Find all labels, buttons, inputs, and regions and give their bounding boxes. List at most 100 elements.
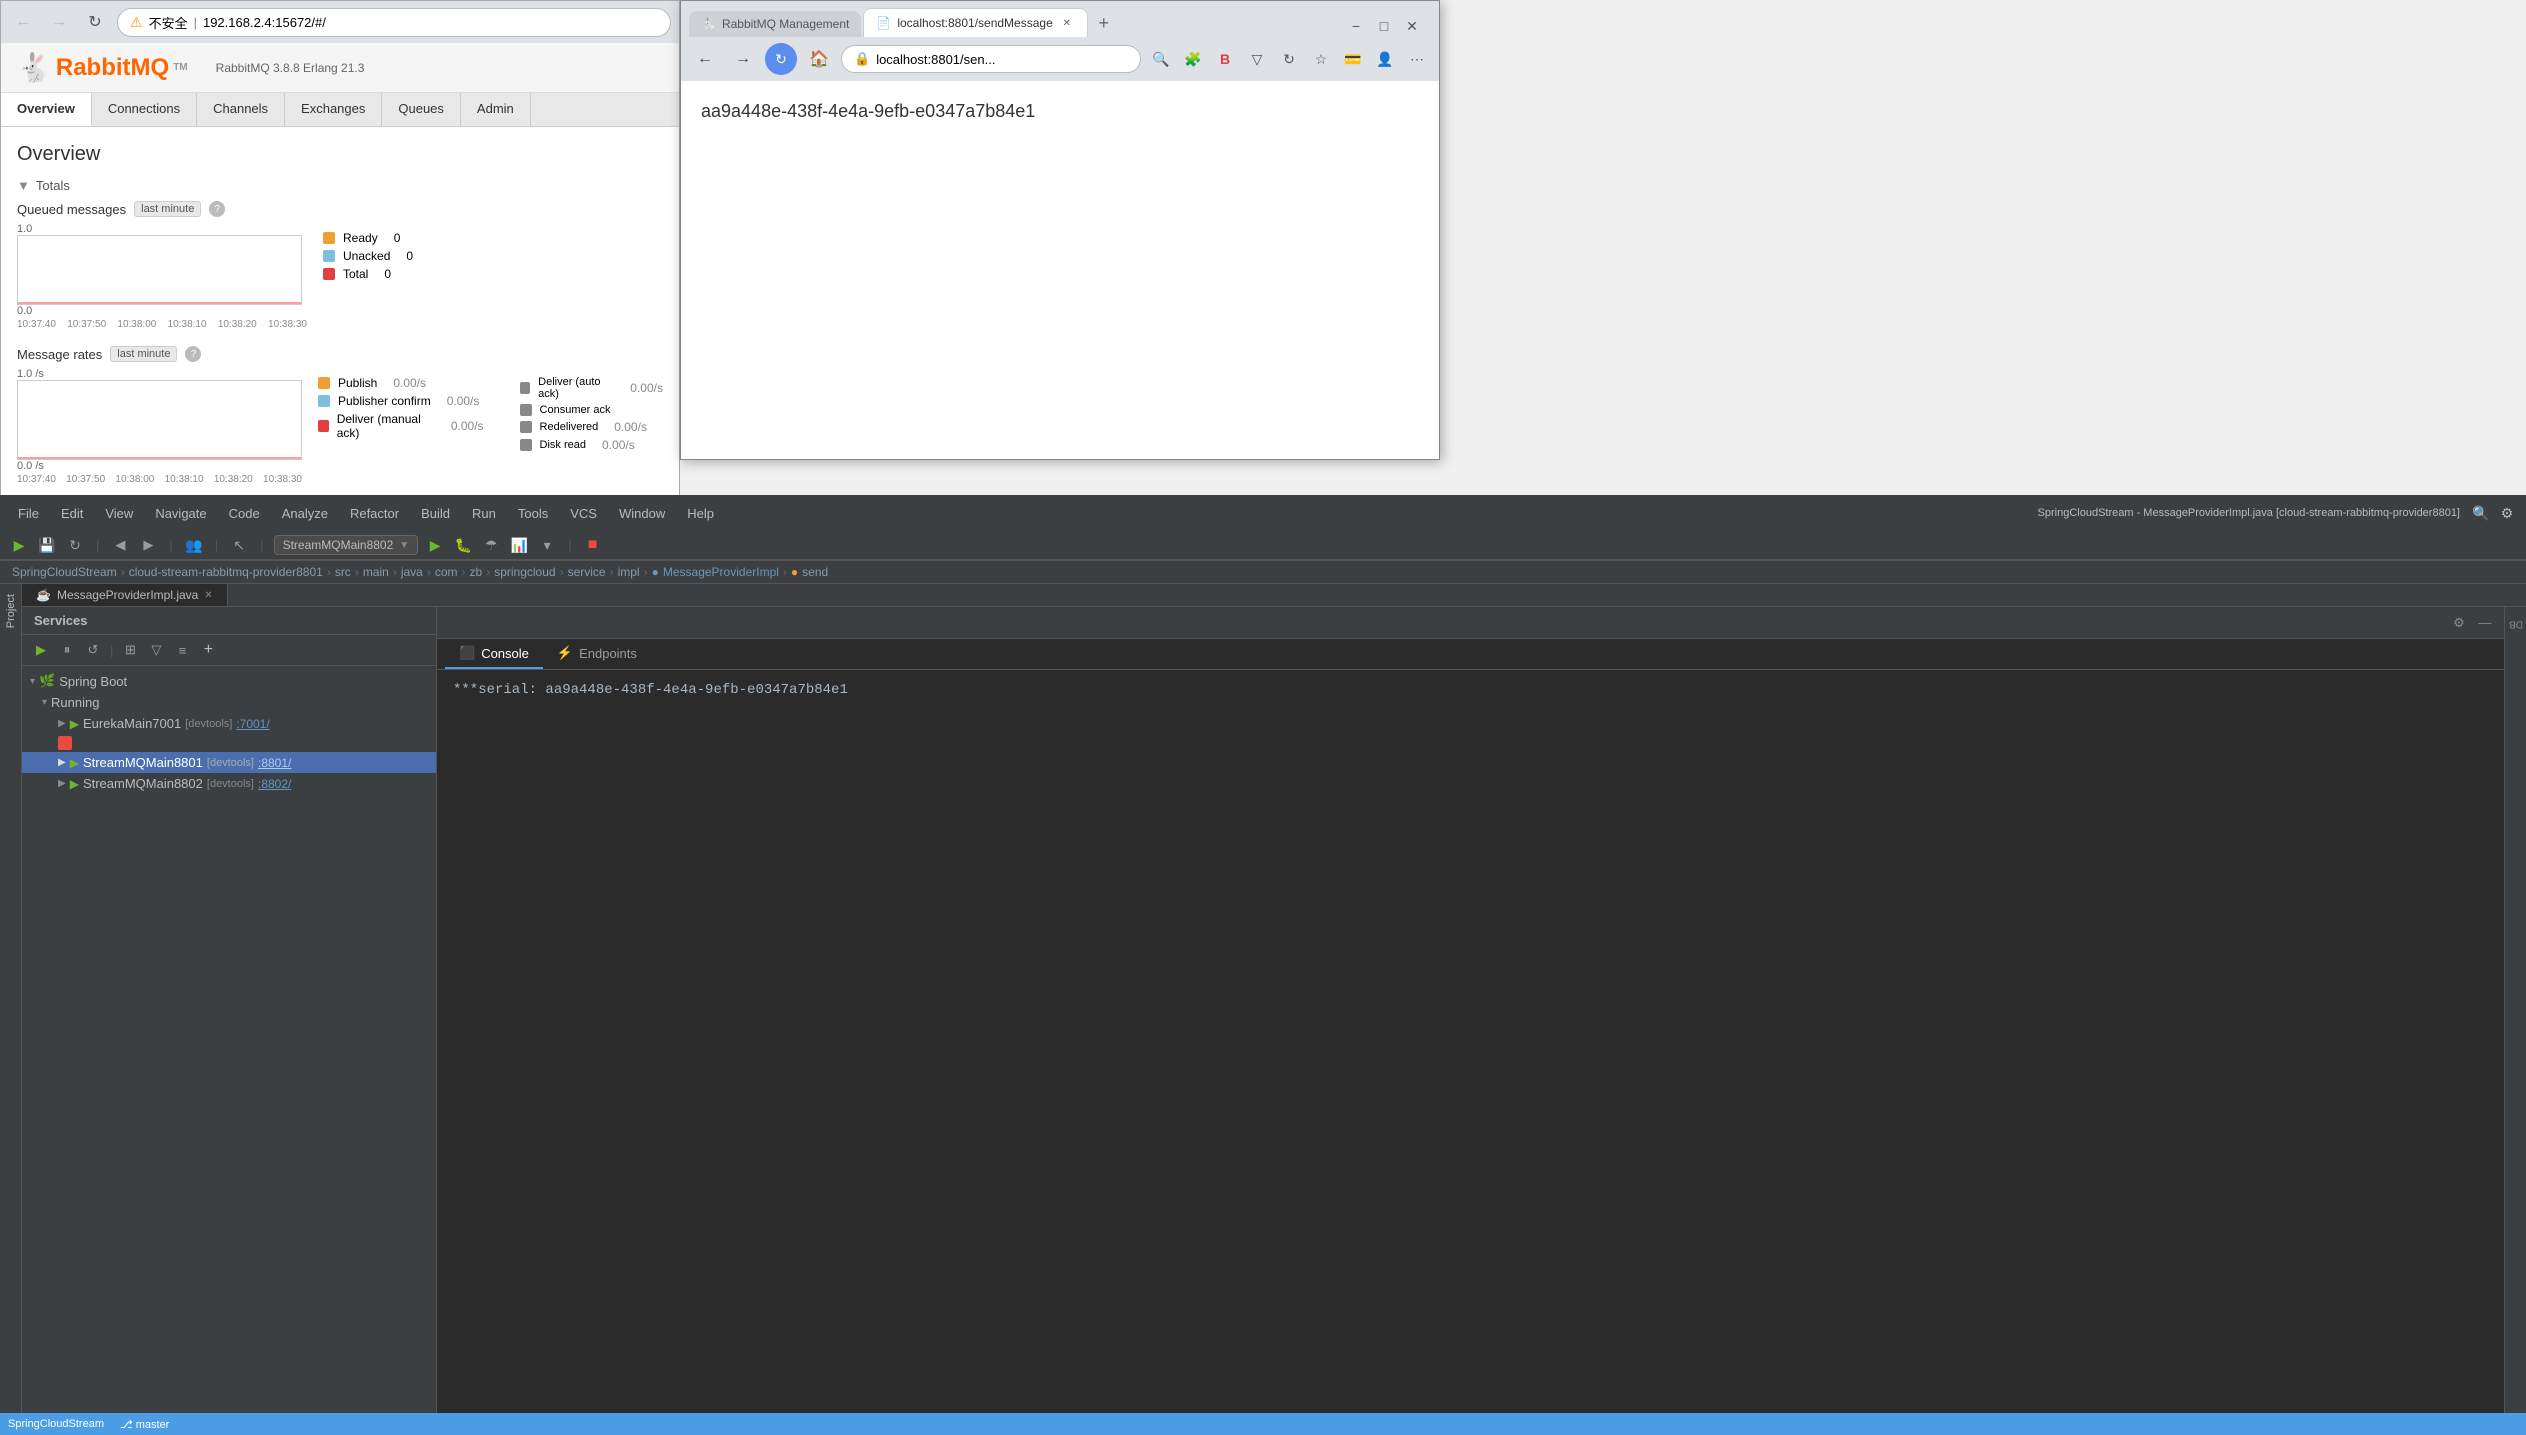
menu-run[interactable]: Run: [462, 502, 506, 525]
refresh-button[interactable]: ↻: [81, 8, 109, 36]
bc-send[interactable]: send: [802, 565, 828, 579]
menu-help[interactable]: Help: [677, 502, 724, 525]
tab-close-button[interactable]: ✕: [1059, 15, 1075, 31]
menu-view[interactable]: View: [95, 502, 143, 525]
database-tab-icon[interactable]: DB: [2505, 613, 2526, 635]
svc-group-button[interactable]: ⊞: [119, 639, 141, 661]
run-button[interactable]: ▶: [8, 534, 30, 556]
profile-button[interactable]: 👤: [1371, 45, 1399, 73]
wallet-button[interactable]: 💳: [1339, 45, 1367, 73]
menu-file[interactable]: File: [8, 502, 49, 525]
refresh-nav-button[interactable]: ↻: [765, 43, 797, 75]
url-bar[interactable]: ⚠ 不安全 | 192.168.2.4:15672/#/: [117, 8, 671, 37]
forward-button[interactable]: →: [45, 8, 73, 36]
rates-help-icon[interactable]: ?: [185, 346, 201, 362]
more-run-button[interactable]: ▾: [536, 534, 558, 556]
last-minute-badge[interactable]: last minute: [134, 201, 201, 217]
bc-impl[interactable]: impl: [618, 565, 640, 579]
bc-com[interactable]: com: [435, 565, 458, 579]
people-button[interactable]: 👥: [183, 534, 205, 556]
forward-file-button[interactable]: ▶: [137, 534, 159, 556]
run-config-run[interactable]: ▶: [424, 534, 446, 556]
menu-navigate[interactable]: Navigate: [145, 502, 216, 525]
home-button[interactable]: 🏠: [803, 43, 835, 75]
nav-queues[interactable]: Queues: [382, 93, 461, 126]
nav-overview[interactable]: Overview: [1, 93, 92, 126]
svc-add-button[interactable]: +: [197, 639, 219, 661]
nav-channels[interactable]: Channels: [197, 93, 285, 126]
coverage-button[interactable]: ☂: [480, 534, 502, 556]
minimize-button[interactable]: −: [1345, 15, 1367, 37]
panel-minimize-button[interactable]: —: [2474, 612, 2496, 634]
sync-button[interactable]: ↻: [1275, 45, 1303, 73]
svc-filter-button[interactable]: ▽: [145, 639, 167, 661]
svc-stop-all-button[interactable]: ⏸: [56, 639, 78, 661]
menu-code[interactable]: Code: [219, 502, 270, 525]
filter-button[interactable]: ▽: [1243, 45, 1271, 73]
menu-vcs[interactable]: VCS: [560, 502, 607, 525]
settings-button[interactable]: ⚙: [2496, 502, 2518, 524]
back-button[interactable]: ←: [9, 8, 37, 36]
search-browser-button[interactable]: 🔍: [1147, 45, 1175, 73]
stream8802-port[interactable]: :8802/: [258, 777, 291, 791]
bc-java[interactable]: java: [401, 565, 423, 579]
nav-admin[interactable]: Admin: [461, 93, 531, 126]
stop-button[interactable]: ■: [582, 534, 604, 556]
bookmark-button[interactable]: ☆: [1307, 45, 1335, 73]
menu-build[interactable]: Build: [411, 502, 460, 525]
cursor-button[interactable]: ↖: [228, 534, 250, 556]
bc-main[interactable]: main: [363, 565, 389, 579]
forward-nav-button[interactable]: →: [727, 43, 759, 75]
nav-exchanges[interactable]: Exchanges: [285, 93, 382, 126]
panel-settings-button[interactable]: ⚙: [2448, 612, 2470, 634]
menu-tools[interactable]: Tools: [508, 502, 558, 525]
tree-spring-boot[interactable]: ▾ 🌿 Spring Boot: [22, 670, 436, 692]
back-tab[interactable]: 🐇 RabbitMQ Management: [689, 11, 861, 37]
menu-edit[interactable]: Edit: [51, 502, 93, 525]
debug-button[interactable]: 🐛: [452, 534, 474, 556]
sync-button[interactable]: ↻: [64, 534, 86, 556]
brave-icon-button[interactable]: B: [1211, 45, 1239, 73]
back-nav-button[interactable]: ←: [689, 43, 721, 75]
close-file-tab[interactable]: ✕: [204, 590, 212, 601]
nav-connections[interactable]: Connections: [92, 93, 197, 126]
bc-service[interactable]: service: [568, 565, 606, 579]
close-window-button[interactable]: ✕: [1401, 15, 1423, 37]
menu-analyze[interactable]: Analyze: [272, 502, 338, 525]
save-button[interactable]: 💾: [36, 534, 58, 556]
bc-zb[interactable]: zb: [470, 565, 483, 579]
svc-restart-button[interactable]: ↺: [82, 639, 104, 661]
menu-refactor[interactable]: Refactor: [340, 502, 409, 525]
eureka-port[interactable]: :7001/: [236, 717, 269, 731]
project-tab-icon[interactable]: Project: [3, 590, 19, 632]
url-bar-front[interactable]: 🔒 localhost:8801/sen...: [841, 45, 1141, 73]
profile-button[interactable]: 📊: [508, 534, 530, 556]
more-button[interactable]: ⋯: [1403, 45, 1431, 73]
extensions-button[interactable]: 🧩: [1179, 45, 1207, 73]
help-icon[interactable]: ?: [209, 201, 225, 217]
active-file-tab[interactable]: ☕ MessageProviderImpl.java ✕: [22, 584, 228, 606]
bc-provider8801[interactable]: cloud-stream-rabbitmq-provider8801: [129, 565, 323, 579]
bc-messageproviderimpl[interactable]: MessageProviderImpl: [663, 565, 779, 579]
tree-eureka[interactable]: ▶ ▶ EurekaMain7001 [devtools] :7001/: [22, 713, 436, 734]
new-tab-button[interactable]: +: [1090, 9, 1118, 37]
tab-endpoints[interactable]: ⚡ Endpoints: [543, 639, 651, 669]
stop-eureka-button[interactable]: [58, 736, 72, 750]
tab-console[interactable]: ⬛ Console: [445, 639, 543, 669]
menu-window[interactable]: Window: [609, 502, 675, 525]
tree-stream8802[interactable]: ▶ ▶ StreamMQMain8802 [devtools] :8802/: [22, 773, 436, 794]
tree-running[interactable]: ▾ Running: [22, 692, 436, 713]
search-everywhere-button[interactable]: 🔍: [2470, 502, 2492, 524]
run-config-selector[interactable]: StreamMQMain8802 ▼: [274, 535, 419, 555]
svc-settings-button[interactable]: ≡: [171, 639, 193, 661]
active-tab[interactable]: 📄 localhost:8801/sendMessage ✕: [863, 8, 1087, 37]
bc-springcloudstream[interactable]: SpringCloudStream: [12, 565, 117, 579]
bc-springcloud[interactable]: springcloud: [494, 565, 555, 579]
svc-run-button[interactable]: ▶: [30, 639, 52, 661]
bc-src[interactable]: src: [335, 565, 351, 579]
rates-last-minute-badge[interactable]: last minute: [110, 346, 177, 362]
stream8801-port[interactable]: :8801/: [258, 756, 291, 770]
tree-stream8801[interactable]: ▶ ▶ StreamMQMain8801 [devtools] :8801/: [22, 752, 436, 773]
maximize-button[interactable]: □: [1373, 15, 1395, 37]
back-file-button[interactable]: ◀: [109, 534, 131, 556]
